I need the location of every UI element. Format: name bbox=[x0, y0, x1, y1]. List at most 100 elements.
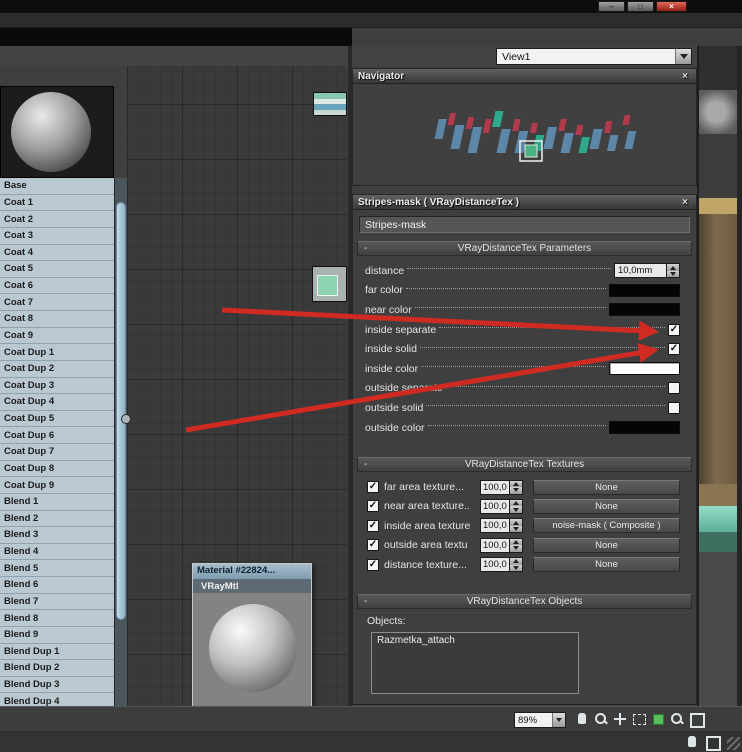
material-slot[interactable]: Blend 9 bbox=[0, 626, 114, 644]
texture-enable-checkbox[interactable]: ✓ bbox=[367, 500, 379, 513]
material-preview-sphere[interactable] bbox=[0, 86, 114, 178]
scrollbar-thumb[interactable] bbox=[116, 202, 126, 620]
zoom-icon[interactable] bbox=[593, 711, 609, 727]
zoom-selector[interactable]: 89% bbox=[514, 712, 566, 728]
material-slot[interactable]: Blend 4 bbox=[0, 543, 114, 561]
texture-amount-field[interactable]: 100,0 bbox=[480, 518, 510, 534]
material-slot[interactable]: Coat 3 bbox=[0, 227, 114, 245]
texture-slot-button[interactable]: noise-mask ( Composite ) bbox=[533, 518, 680, 534]
material-slot[interactable]: Coat 8 bbox=[0, 311, 114, 328]
texture-enable-checkbox[interactable]: ✓ bbox=[367, 539, 379, 552]
material-slot[interactable]: Coat 9 bbox=[0, 327, 114, 345]
texture-enable-checkbox[interactable]: ✓ bbox=[367, 481, 379, 494]
view-selector-dropdown[interactable] bbox=[675, 49, 691, 64]
panel-splitter-handle[interactable] bbox=[121, 414, 131, 424]
inside-separate-checkbox[interactable]: ✓ bbox=[668, 323, 680, 336]
material-slot[interactable]: Base bbox=[0, 178, 114, 195]
texture-slot-button[interactable]: None bbox=[533, 537, 680, 553]
material-slot[interactable]: Blend 6 bbox=[0, 577, 114, 594]
material-slot[interactable]: Blend Dup 1 bbox=[0, 643, 114, 661]
zoom-region-icon[interactable] bbox=[631, 711, 647, 727]
maximize-button[interactable]: □ bbox=[627, 1, 654, 12]
object-list-item[interactable]: Razmetka_attach bbox=[377, 635, 573, 646]
material-slot[interactable]: Blend 1 bbox=[0, 493, 114, 511]
texture-amount-spinner[interactable] bbox=[510, 518, 523, 534]
parameter-panel-header[interactable]: Stripes-mask ( VRayDistanceTex ) × bbox=[353, 195, 696, 210]
objects-rollout-header[interactable]: - VRayDistanceTex Objects bbox=[357, 594, 692, 610]
view-selector[interactable]: View1 bbox=[496, 48, 692, 65]
hand-pan-icon[interactable] bbox=[684, 734, 700, 750]
texture-amount-spinner[interactable] bbox=[510, 537, 523, 553]
material-slot[interactable]: Coat 2 bbox=[0, 211, 114, 228]
collapse-icon[interactable]: - bbox=[364, 458, 367, 472]
texture-amount-spinner[interactable] bbox=[510, 557, 523, 573]
pan-icon[interactable] bbox=[612, 711, 628, 727]
material-slot[interactable]: Coat Dup 4 bbox=[0, 394, 114, 411]
viewport-icon[interactable] bbox=[704, 734, 721, 751]
texture-enable-checkbox[interactable]: ✓ bbox=[367, 519, 379, 532]
material-slot[interactable]: Coat 4 bbox=[0, 244, 114, 262]
close-icon[interactable]: × bbox=[679, 197, 691, 208]
close-icon[interactable]: × bbox=[679, 71, 691, 82]
distance-spinner[interactable]: 10,0mm bbox=[614, 263, 680, 279]
texture-amount-field[interactable]: 100,0 bbox=[480, 479, 510, 495]
material-slot[interactable]: Coat 5 bbox=[0, 261, 114, 278]
material-slot[interactable]: Coat Dup 9 bbox=[0, 477, 114, 494]
collapse-icon[interactable]: - bbox=[364, 595, 367, 609]
material-name-field[interactable]: Stripes-mask bbox=[359, 216, 690, 233]
navigator-header[interactable]: Navigator × bbox=[353, 69, 696, 84]
zoom-extents-icon[interactable] bbox=[650, 711, 666, 727]
material-slot[interactable]: Coat Dup 7 bbox=[0, 444, 114, 461]
outside-color-swatch[interactable] bbox=[609, 421, 680, 435]
parameters-rollout-header[interactable]: - VRayDistanceTex Parameters bbox=[357, 241, 692, 256]
material-slot[interactable]: Blend 2 bbox=[0, 510, 114, 528]
material-slot[interactable]: Coat Dup 2 bbox=[0, 360, 114, 378]
material-slot[interactable]: Blend 3 bbox=[0, 527, 114, 544]
far-color-swatch[interactable] bbox=[609, 283, 680, 297]
material-slot[interactable]: Coat 6 bbox=[0, 277, 114, 295]
texture-amount-field[interactable]: 100,0 bbox=[480, 498, 510, 514]
near-color-swatch[interactable] bbox=[609, 303, 680, 317]
map-node-fragment[interactable] bbox=[312, 266, 347, 302]
material-slot[interactable]: Blend 8 bbox=[0, 610, 114, 627]
inside-solid-checkbox[interactable]: ✓ bbox=[668, 343, 680, 356]
texture-slot-button[interactable]: None bbox=[533, 498, 680, 514]
material-slot[interactable]: Coat Dup 6 bbox=[0, 427, 114, 444]
node-fragment[interactable] bbox=[313, 92, 347, 116]
maximize-view-icon[interactable] bbox=[688, 711, 705, 728]
close-button[interactable]: × bbox=[656, 1, 687, 12]
material-slot[interactable]: Coat Dup 5 bbox=[0, 410, 114, 428]
texture-slot-button[interactable]: None bbox=[533, 557, 680, 573]
minimize-button[interactable]: – bbox=[598, 1, 625, 12]
resize-grip-icon[interactable] bbox=[727, 737, 740, 750]
slot-list-scrollbar[interactable] bbox=[114, 178, 127, 710]
collapse-icon[interactable]: - bbox=[364, 242, 367, 256]
texture-enable-checkbox[interactable]: ✓ bbox=[367, 558, 379, 571]
hand-pan-icon[interactable] bbox=[574, 711, 590, 727]
texture-amount-field[interactable]: 100,0 bbox=[480, 557, 510, 573]
textures-rollout-header[interactable]: - VRayDistanceTex Textures bbox=[357, 457, 692, 473]
outside-solid-checkbox[interactable] bbox=[668, 401, 680, 414]
texture-amount-spinner[interactable] bbox=[510, 479, 523, 495]
material-slot[interactable]: Coat Dup 1 bbox=[0, 344, 114, 361]
material-node-title[interactable]: Material #22824... bbox=[193, 564, 311, 579]
texture-amount-spinner[interactable] bbox=[510, 498, 523, 514]
outside-separate-checkbox[interactable] bbox=[668, 382, 680, 395]
distance-value[interactable]: 10,0mm bbox=[614, 263, 667, 279]
material-slot[interactable]: Coat Dup 3 bbox=[0, 377, 114, 395]
material-slot[interactable]: Coat 7 bbox=[0, 294, 114, 311]
objects-listbox[interactable]: Razmetka_attach bbox=[371, 632, 579, 695]
material-node[interactable]: Material #22824... VRayMtl bbox=[192, 563, 312, 708]
zoom-dropdown[interactable] bbox=[552, 713, 565, 727]
texture-amount-field[interactable]: 100,0 bbox=[480, 537, 510, 553]
material-slot[interactable]: Coat 1 bbox=[0, 194, 114, 212]
texture-slot-button[interactable]: None bbox=[533, 479, 680, 495]
material-slot[interactable]: Blend 7 bbox=[0, 593, 114, 611]
material-slot[interactable]: Blend 5 bbox=[0, 560, 114, 577]
material-slot[interactable]: Blend Dup 2 bbox=[0, 660, 114, 677]
material-slot[interactable]: Blend Dup 3 bbox=[0, 676, 114, 694]
inside-color-swatch[interactable] bbox=[609, 362, 680, 376]
material-slot[interactable]: Coat Dup 8 bbox=[0, 460, 114, 478]
navigator-minimap[interactable] bbox=[354, 85, 695, 184]
zoom-selected-icon[interactable] bbox=[669, 711, 685, 727]
